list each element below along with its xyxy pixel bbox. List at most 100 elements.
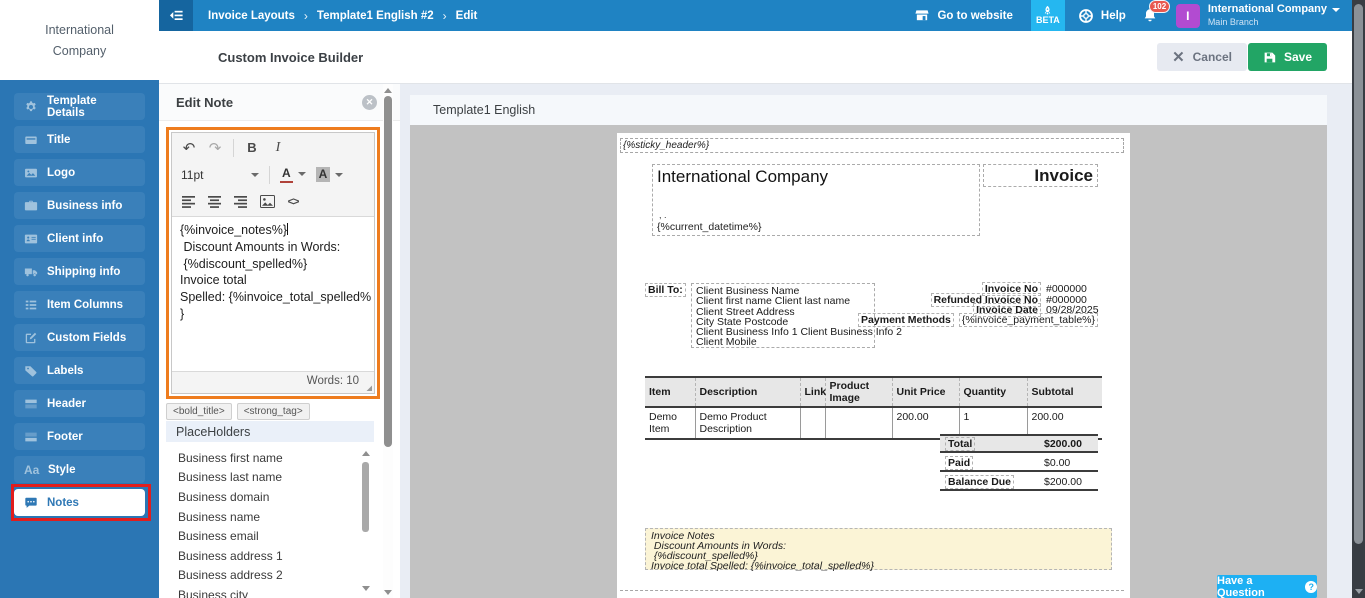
panel-title: Edit Note <box>176 95 233 110</box>
pencil-square-icon <box>24 331 38 345</box>
placeholders-scrollbar[interactable] <box>361 451 370 591</box>
align-right-icon <box>234 196 248 208</box>
sidebar-item-style[interactable]: Aa Style <box>14 456 145 483</box>
panel-header: Edit Note ✕ <box>159 84 400 121</box>
resize-grip[interactable] <box>363 382 372 391</box>
notifications-button[interactable]: 102 <box>1142 7 1158 24</box>
account-menu[interactable]: I International Company Main Branch <box>1176 3 1352 28</box>
footer-divider <box>620 590 1124 591</box>
collapse-sidebar-button[interactable] <box>159 0 193 31</box>
sidebar-item-notes[interactable]: Notes <box>14 489 145 516</box>
note-content[interactable]: {%invoice_notes%} Discount Amounts in Wo… <box>172 217 374 371</box>
align-center-button[interactable] <box>202 191 228 213</box>
sidebar-item-label: Shipping info <box>47 266 120 278</box>
scroll-down-arrow[interactable] <box>1355 589 1363 594</box>
help-label: Help <box>1101 10 1126 22</box>
close-icon: ✕ <box>1172 50 1185 65</box>
sidebar-item-logo[interactable]: Logo <box>14 159 145 186</box>
page-scrollbar[interactable] <box>1352 0 1365 598</box>
breadcrumb-separator: › <box>304 9 308 23</box>
typography-icon: Aa <box>24 463 39 477</box>
preview-area: Template1 English {%sticky_header%} Inte… <box>400 84 1352 598</box>
breadcrumb-invoice-layouts[interactable]: Invoice Layouts <box>208 10 295 22</box>
text-color-button[interactable]: A <box>275 166 311 182</box>
sidebar-item-client-info[interactable]: Client info <box>14 225 145 252</box>
column-header: Link <box>800 377 825 407</box>
table-cell: Demo Item <box>645 407 695 439</box>
sidebar-item-label: Header <box>47 398 86 410</box>
items-table[interactable]: ItemDescriptionLinkProduct ImageUnit Pri… <box>645 376 1102 440</box>
italic-button[interactable]: I <box>265 137 291 159</box>
help-link[interactable]: Help <box>1078 8 1126 24</box>
go-to-website-label: Go to website <box>937 10 1012 22</box>
sidebar-item-custom-fields[interactable]: Custom Fields <box>14 324 145 351</box>
insert-image-button[interactable] <box>254 191 280 213</box>
placeholder-item[interactable]: Business first name <box>166 448 360 468</box>
panel-scrollbar-thumb[interactable] <box>384 96 392 447</box>
sidebar-item-label: Title <box>47 134 70 146</box>
have-a-question-button[interactable]: Have a Question ? <box>1217 575 1317 598</box>
sticky-header-placeholder[interactable]: {%sticky_header%} <box>620 138 1124 153</box>
source-code-button[interactable]: <> <box>280 191 306 213</box>
align-right-button[interactable] <box>228 191 254 213</box>
placeholder-item[interactable]: Business name <box>166 507 360 527</box>
sidebar-item-item-columns[interactable]: Item Columns <box>14 291 145 318</box>
close-panel-button[interactable]: ✕ <box>362 95 377 110</box>
bold-title-tag-button[interactable]: <bold_title> <box>166 403 232 420</box>
template-tabbar: Template1 English <box>410 95 1327 125</box>
invoice-meta[interactable]: Invoice No#000000Refunded Invoice No#000… <box>757 284 1098 326</box>
placeholder-item[interactable]: Business address 2 <box>166 566 360 586</box>
scroll-down-arrow[interactable] <box>384 590 392 595</box>
column-header: Item <box>645 377 695 407</box>
invoice-notes-block[interactable]: Invoice Notes Discount Amounts in Words:… <box>645 528 1112 570</box>
scroll-up-arrow[interactable] <box>384 88 392 93</box>
column-header: Unit Price <box>892 377 959 407</box>
undo-button[interactable]: ↶ <box>176 137 202 159</box>
sidebar-item-labels[interactable]: Labels <box>14 357 145 384</box>
company-logo-line1: International <box>45 23 114 37</box>
bold-button[interactable]: B <box>239 137 265 159</box>
sidebar-item-business-info[interactable]: Business info <box>14 192 145 219</box>
scroll-up-arrow[interactable] <box>362 451 370 456</box>
placeholder-item[interactable]: Business city <box>166 585 360 598</box>
sidebar-nav: Template Details Title Logo Business inf… <box>0 80 159 516</box>
totals-block[interactable]: Total$200.00Paid$0.00Balance Due$200.00 <box>940 434 1098 493</box>
page-scrollbar-thumb[interactable] <box>1354 4 1363 544</box>
totals-value: $0.00 <box>1044 457 1098 469</box>
notification-count-badge: 102 <box>1149 0 1170 13</box>
business-info-block[interactable]: International Company , . {%current_date… <box>652 164 980 236</box>
align-center-icon <box>208 196 222 208</box>
sidebar-item-label: Business info <box>47 200 122 212</box>
totals-row: Total$200.00 <box>940 434 1098 453</box>
redo-button[interactable]: ↷ <box>202 137 228 159</box>
save-button[interactable]: Save <box>1248 43 1327 71</box>
invoice-title-block[interactable]: Invoice <box>983 164 1098 187</box>
strong-tag-button[interactable]: <strong_tag> <box>237 403 310 420</box>
breadcrumb-template[interactable]: Template1 English #2 <box>317 10 434 22</box>
tab-template1-english[interactable]: Template1 English <box>410 95 1327 125</box>
font-size-select[interactable]: 11pt <box>176 168 264 182</box>
placeholder-item[interactable]: Business last name <box>166 468 360 488</box>
background-color-button[interactable]: A <box>311 167 349 183</box>
text-color-icon: A <box>280 166 293 182</box>
column-header: Subtotal <box>1027 377 1102 407</box>
placeholder-item[interactable]: Business email <box>166 526 360 546</box>
sidebar-item-title[interactable]: Title <box>14 126 145 153</box>
go-to-website-link[interactable]: Go to website <box>914 8 1012 23</box>
bill-to-label[interactable]: Bill To: <box>645 284 686 296</box>
sidebar-item-template-details[interactable]: Template Details <box>14 93 145 120</box>
beta-badge[interactable]: BETA <box>1031 0 1065 31</box>
sidebar-item-shipping-info[interactable]: Shipping info <box>14 258 145 285</box>
scroll-down-arrow[interactable] <box>362 586 370 591</box>
sidebar-item-header[interactable]: Header <box>14 390 145 417</box>
placeholder-item[interactable]: Business address 1 <box>166 546 360 566</box>
cancel-button[interactable]: ✕ Cancel <box>1157 43 1247 71</box>
note-line: {%discount_spelled%} <box>180 256 366 273</box>
chevron-down-icon <box>251 173 259 177</box>
sidebar-item-footer[interactable]: Footer <box>14 423 145 450</box>
placeholder-item[interactable]: Business domain <box>166 487 360 507</box>
totals-value: $200.00 <box>1044 476 1098 488</box>
placeholders-scrollbar-thumb[interactable] <box>362 462 369 532</box>
align-left-button[interactable] <box>176 191 202 213</box>
panel-scrollbar[interactable] <box>383 84 393 598</box>
